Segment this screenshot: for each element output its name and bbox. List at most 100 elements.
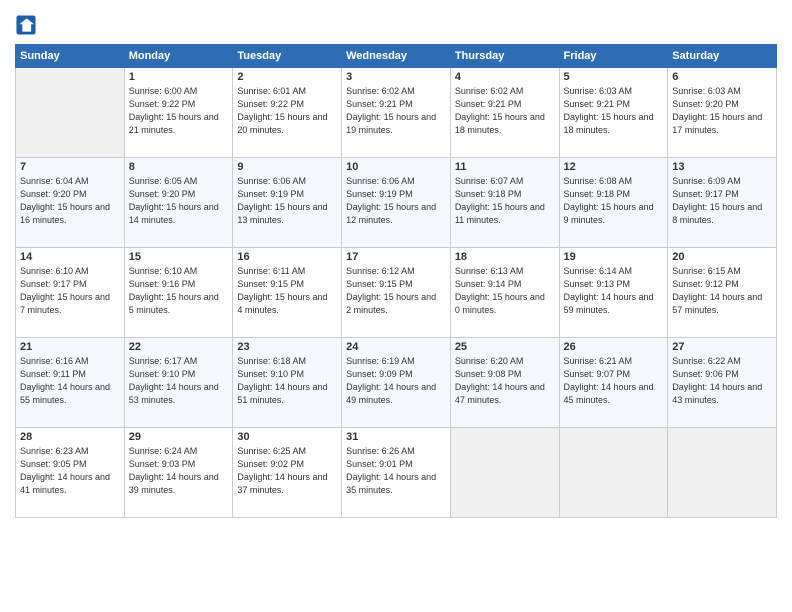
calendar-cell: 17 Sunrise: 6:12 AMSunset: 9:15 PMDayligh… bbox=[342, 248, 451, 338]
calendar-cell: 2 Sunrise: 6:01 AMSunset: 9:22 PMDaylight… bbox=[233, 68, 342, 158]
day-info: Sunrise: 6:05 AMSunset: 9:20 PMDaylight:… bbox=[129, 175, 229, 227]
calendar-cell: 22Sunrise: 6:17 AMSunset: 9:10 PMDayligh… bbox=[124, 338, 233, 428]
day-number: 29 bbox=[129, 431, 229, 443]
calendar-cell: 29Sunrise: 6:24 AMSunset: 9:03 PMDayligh… bbox=[124, 428, 233, 518]
day-number: 25 bbox=[455, 341, 555, 353]
day-info: Sunrise: 6:03 AMSunset: 9:20 PMDaylight:… bbox=[672, 85, 772, 137]
calendar-cell: 4 Sunrise: 6:02 AMSunset: 9:21 PMDaylight… bbox=[450, 68, 559, 158]
day-info: Sunrise: 6:02 AMSunset: 9:21 PMDaylight:… bbox=[346, 85, 446, 137]
day-number: 21 bbox=[20, 341, 120, 353]
day-info: Sunrise: 6:08 AMSunset: 9:18 PMDaylight:… bbox=[564, 175, 664, 227]
day-number: 8 bbox=[129, 161, 229, 173]
day-info: Sunrise: 6:17 AMSunset: 9:10 PMDaylight:… bbox=[129, 355, 229, 407]
weekday-header-wednesday: Wednesday bbox=[342, 45, 451, 68]
day-info: Sunrise: 6:22 AMSunset: 9:06 PMDaylight:… bbox=[672, 355, 772, 407]
week-row-3: 14 Sunrise: 6:10 AMSunset: 9:17 PMDayligh… bbox=[16, 248, 777, 338]
day-number: 27 bbox=[672, 341, 772, 353]
calendar-cell: 11 Sunrise: 6:07 AMSunset: 9:18 PMDayligh… bbox=[450, 158, 559, 248]
day-number: 23 bbox=[237, 341, 337, 353]
calendar-cell: 25 Sunrise: 6:20 AMSunset: 9:08 PMDayligh… bbox=[450, 338, 559, 428]
calendar-cell: 1 Sunrise: 6:00 AMSunset: 9:22 PMDaylight… bbox=[124, 68, 233, 158]
weekday-header-monday: Monday bbox=[124, 45, 233, 68]
day-info: Sunrise: 6:10 AMSunset: 9:16 PMDaylight:… bbox=[129, 265, 229, 317]
week-row-1: 1 Sunrise: 6:00 AMSunset: 9:22 PMDaylight… bbox=[16, 68, 777, 158]
day-info: Sunrise: 6:19 AMSunset: 9:09 PMDaylight:… bbox=[346, 355, 446, 407]
calendar-cell bbox=[16, 68, 125, 158]
weekday-header-sunday: Sunday bbox=[16, 45, 125, 68]
logo-icon bbox=[15, 14, 37, 36]
day-number: 13 bbox=[672, 161, 772, 173]
week-row-2: 7 Sunrise: 6:04 AMSunset: 9:20 PMDaylight… bbox=[16, 158, 777, 248]
day-number: 17 bbox=[346, 251, 446, 263]
day-info: Sunrise: 6:07 AMSunset: 9:18 PMDaylight:… bbox=[455, 175, 555, 227]
day-info: Sunrise: 6:16 AMSunset: 9:11 PMDaylight:… bbox=[20, 355, 120, 407]
calendar-body: 1 Sunrise: 6:00 AMSunset: 9:22 PMDaylight… bbox=[16, 68, 777, 518]
calendar-cell: 27 Sunrise: 6:22 AMSunset: 9:06 PMDayligh… bbox=[668, 338, 777, 428]
calendar-cell bbox=[559, 428, 668, 518]
day-info: Sunrise: 6:10 AMSunset: 9:17 PMDaylight:… bbox=[20, 265, 120, 317]
day-number: 6 bbox=[672, 71, 772, 83]
header bbox=[15, 10, 777, 36]
calendar-cell: 30 Sunrise: 6:25 AMSunset: 9:02 PMDayligh… bbox=[233, 428, 342, 518]
calendar-cell: 8 Sunrise: 6:05 AMSunset: 9:20 PMDaylight… bbox=[124, 158, 233, 248]
calendar-cell: 15 Sunrise: 6:10 AMSunset: 9:16 PMDayligh… bbox=[124, 248, 233, 338]
day-number: 11 bbox=[455, 161, 555, 173]
day-number: 4 bbox=[455, 71, 555, 83]
day-info: Sunrise: 6:15 AMSunset: 9:12 PMDaylight:… bbox=[672, 265, 772, 317]
day-info: Sunrise: 6:20 AMSunset: 9:08 PMDaylight:… bbox=[455, 355, 555, 407]
day-info: Sunrise: 6:18 AMSunset: 9:10 PMDaylight:… bbox=[237, 355, 337, 407]
day-number: 24 bbox=[346, 341, 446, 353]
day-number: 12 bbox=[564, 161, 664, 173]
day-number: 7 bbox=[20, 161, 120, 173]
day-number: 15 bbox=[129, 251, 229, 263]
calendar-cell bbox=[450, 428, 559, 518]
day-info: Sunrise: 6:06 AMSunset: 9:19 PMDaylight:… bbox=[346, 175, 446, 227]
day-number: 28 bbox=[20, 431, 120, 443]
day-number: 10 bbox=[346, 161, 446, 173]
day-info: Sunrise: 6:23 AMSunset: 9:05 PMDaylight:… bbox=[20, 445, 120, 497]
calendar-cell: 28 Sunrise: 6:23 AMSunset: 9:05 PMDayligh… bbox=[16, 428, 125, 518]
calendar-cell: 16 Sunrise: 6:11 AMSunset: 9:15 PMDayligh… bbox=[233, 248, 342, 338]
day-info: Sunrise: 6:12 AMSunset: 9:15 PMDaylight:… bbox=[346, 265, 446, 317]
calendar-page: SundayMondayTuesdayWednesdayThursdayFrid… bbox=[0, 0, 792, 612]
weekday-header-tuesday: Tuesday bbox=[233, 45, 342, 68]
weekday-header-friday: Friday bbox=[559, 45, 668, 68]
logo bbox=[15, 14, 39, 36]
day-number: 18 bbox=[455, 251, 555, 263]
day-number: 16 bbox=[237, 251, 337, 263]
calendar-cell: 31 Sunrise: 6:26 AMSunset: 9:01 PMDayligh… bbox=[342, 428, 451, 518]
day-info: Sunrise: 6:02 AMSunset: 9:21 PMDaylight:… bbox=[455, 85, 555, 137]
day-info: Sunrise: 6:09 AMSunset: 9:17 PMDaylight:… bbox=[672, 175, 772, 227]
day-info: Sunrise: 6:14 AMSunset: 9:13 PMDaylight:… bbox=[564, 265, 664, 317]
day-number: 9 bbox=[237, 161, 337, 173]
day-number: 1 bbox=[129, 71, 229, 83]
calendar-cell: 21 Sunrise: 6:16 AMSunset: 9:11 PMDayligh… bbox=[16, 338, 125, 428]
week-row-4: 21 Sunrise: 6:16 AMSunset: 9:11 PMDayligh… bbox=[16, 338, 777, 428]
day-number: 19 bbox=[564, 251, 664, 263]
day-info: Sunrise: 6:25 AMSunset: 9:02 PMDaylight:… bbox=[237, 445, 337, 497]
day-info: Sunrise: 6:06 AMSunset: 9:19 PMDaylight:… bbox=[237, 175, 337, 227]
calendar-cell: 10 Sunrise: 6:06 AMSunset: 9:19 PMDayligh… bbox=[342, 158, 451, 248]
calendar-cell: 13 Sunrise: 6:09 AMSunset: 9:17 PMDayligh… bbox=[668, 158, 777, 248]
calendar-cell: 24 Sunrise: 6:19 AMSunset: 9:09 PMDayligh… bbox=[342, 338, 451, 428]
day-number: 30 bbox=[237, 431, 337, 443]
calendar-table: SundayMondayTuesdayWednesdayThursdayFrid… bbox=[15, 44, 777, 518]
calendar-cell: 5 Sunrise: 6:03 AMSunset: 9:21 PMDaylight… bbox=[559, 68, 668, 158]
day-number: 5 bbox=[564, 71, 664, 83]
weekday-header-row: SundayMondayTuesdayWednesdayThursdayFrid… bbox=[16, 45, 777, 68]
day-info: Sunrise: 6:01 AMSunset: 9:22 PMDaylight:… bbox=[237, 85, 337, 137]
day-number: 3 bbox=[346, 71, 446, 83]
day-info: Sunrise: 6:26 AMSunset: 9:01 PMDaylight:… bbox=[346, 445, 446, 497]
day-info: Sunrise: 6:00 AMSunset: 9:22 PMDaylight:… bbox=[129, 85, 229, 137]
day-number: 20 bbox=[672, 251, 772, 263]
calendar-cell: 18Sunrise: 6:13 AMSunset: 9:14 PMDayligh… bbox=[450, 248, 559, 338]
day-info: Sunrise: 6:04 AMSunset: 9:20 PMDaylight:… bbox=[20, 175, 120, 227]
calendar-cell: 9 Sunrise: 6:06 AMSunset: 9:19 PMDaylight… bbox=[233, 158, 342, 248]
day-info: Sunrise: 6:11 AMSunset: 9:15 PMDaylight:… bbox=[237, 265, 337, 317]
day-number: 2 bbox=[237, 71, 337, 83]
day-number: 31 bbox=[346, 431, 446, 443]
week-row-5: 28 Sunrise: 6:23 AMSunset: 9:05 PMDayligh… bbox=[16, 428, 777, 518]
calendar-cell: 19 Sunrise: 6:14 AMSunset: 9:13 PMDayligh… bbox=[559, 248, 668, 338]
day-number: 14 bbox=[20, 251, 120, 263]
day-info: Sunrise: 6:03 AMSunset: 9:21 PMDaylight:… bbox=[564, 85, 664, 137]
